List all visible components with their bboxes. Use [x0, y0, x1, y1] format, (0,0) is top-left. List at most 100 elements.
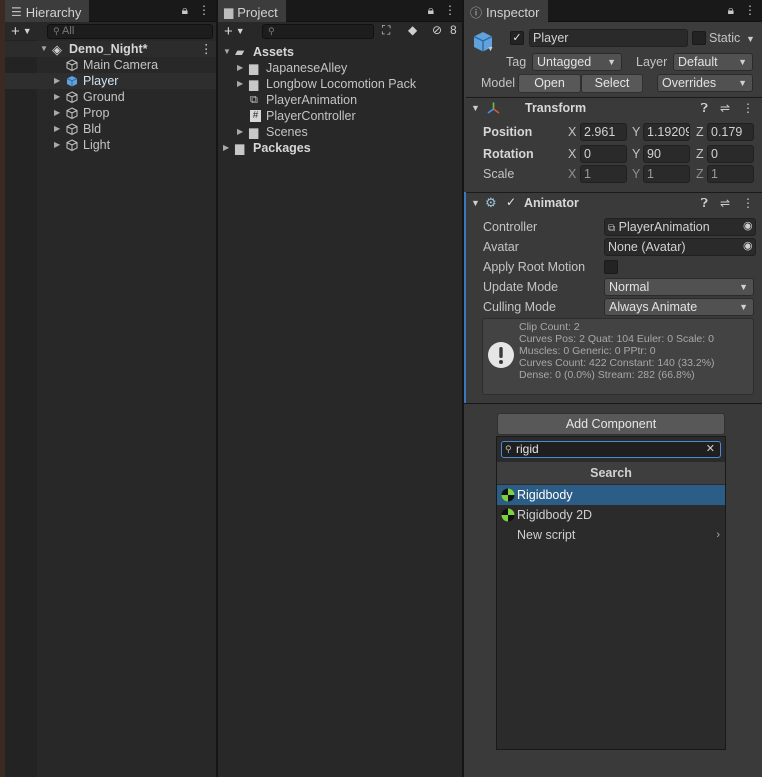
project-item[interactable]: # PlayerController [218, 108, 462, 124]
expand-arrow-icon[interactable]: ▶ [54, 73, 60, 89]
assets-root-row[interactable]: ▼ ▰ Assets [218, 44, 462, 60]
foldout-arrow-icon[interactable]: ▼ [471, 198, 480, 208]
result-item-rigidbody-2d[interactable]: Rigidbody 2D [497, 505, 725, 525]
create-button[interactable]: + ▼ [224, 22, 245, 41]
scale-x-field[interactable]: 1 [580, 165, 627, 183]
tab-hierarchy[interactable]: ☰ Hierarchy [5, 0, 90, 22]
expand-arrow-icon[interactable]: ▶ [54, 121, 60, 137]
expand-arrow-icon[interactable]: ▶ [237, 60, 243, 76]
help-icon[interactable]: ❓︎ [701, 193, 708, 214]
presets-icon[interactable]: ⇌ [720, 98, 730, 119]
chevron-down-icon: ▼ [738, 57, 747, 67]
controller-field[interactable]: ⧉ PlayerAnimation [604, 218, 756, 236]
object-picker-icon[interactable]: ◉ [743, 219, 753, 232]
scene-menu-icon[interactable]: ⋮ [200, 41, 213, 57]
presets-icon[interactable]: ⇌ [720, 193, 730, 214]
hierarchy-item-label: Bld [83, 122, 102, 136]
help-icon[interactable]: ❓︎ [701, 98, 708, 119]
position-x-field[interactable]: 2.961 [580, 123, 627, 141]
filter-by-type-icon[interactable]: ⛶ [382, 23, 390, 38]
inspector-tab-icons: 🔒︎ ⋮ [728, 3, 756, 18]
select-button[interactable]: Select [581, 74, 643, 93]
overrides-dropdown[interactable]: Overrides ▼ [657, 74, 753, 92]
expand-arrow-icon[interactable]: ▶ [237, 124, 243, 140]
project-item[interactable]: ▶ ▆ JapaneseAlley [218, 60, 462, 76]
update-mode-label: Update Mode [483, 280, 559, 294]
project-panel: ▆ Project 🔒︎ ⋮ + ▼ ⚲ ⛶ ◆ ⊘ 8 ▼ ▰ Assets ▶… [218, 0, 462, 777]
info-line: Clip Count: 2 [519, 321, 580, 333]
folder-icon: ▆ [249, 125, 259, 139]
rotation-x-field[interactable]: 0 [580, 145, 627, 163]
lock-icon[interactable]: 🔒︎ [182, 3, 188, 18]
gameobject-cube-icon [66, 123, 78, 135]
hierarchy-item[interactable]: ▶ Ground [5, 89, 216, 105]
hidden-packages-icon[interactable]: ⊘ [432, 23, 442, 37]
static-dropdown-icon[interactable]: ▼ [746, 34, 755, 44]
expand-arrow-icon[interactable]: ▶ [54, 89, 60, 105]
hierarchy-item[interactable]: Main Camera [5, 57, 216, 73]
result-item-rigidbody[interactable]: Rigidbody [497, 485, 725, 505]
hierarchy-item-player[interactable]: ▶ Player [5, 73, 216, 89]
update-mode-dropdown[interactable]: Normal ▼ [604, 278, 754, 296]
prefab-cube-icon [66, 76, 78, 87]
popup-search-input[interactable]: ⚲ rigid ✕ [501, 441, 721, 458]
expand-arrow-icon[interactable]: ▶ [54, 105, 60, 121]
layer-dropdown[interactable]: Default ▼ [673, 53, 753, 71]
packages-root-row[interactable]: ▶ ▆ Packages [218, 140, 462, 156]
hierarchy-item[interactable]: ▶ Bld [5, 121, 216, 137]
expand-arrow-icon[interactable]: ▼ [223, 44, 231, 60]
position-y-field[interactable]: 1.19209 [643, 123, 690, 141]
info-icon: ⓘ [470, 5, 483, 20]
hierarchy-item[interactable]: ▶ Prop [5, 105, 216, 121]
tab-project[interactable]: ▆ Project [218, 0, 286, 22]
add-component-button[interactable]: Add Component [497, 413, 725, 435]
result-item-new-script[interactable]: New script › [497, 525, 725, 545]
rotation-z-field[interactable]: 0 [707, 145, 754, 163]
tag-dropdown[interactable]: Untagged ▼ [532, 53, 622, 71]
object-name-field[interactable]: Player [529, 29, 688, 47]
scale-y-field[interactable]: 1 [643, 165, 690, 183]
active-checkbox[interactable]: ✓ [510, 31, 524, 45]
project-item[interactable]: ⧉ PlayerAnimation [218, 92, 462, 108]
kebab-menu-icon[interactable]: ⋮ [444, 3, 456, 18]
project-search-input[interactable]: ⚲ [262, 24, 374, 39]
culling-mode-dropdown[interactable]: Always Animate ▼ [604, 298, 754, 316]
scale-z-field[interactable]: 1 [707, 165, 754, 183]
expand-arrow-icon[interactable]: ▶ [54, 137, 60, 153]
static-checkbox[interactable] [692, 31, 706, 45]
clear-search-icon[interactable]: ✕ [706, 442, 715, 457]
animator-enabled-checkmark-icon[interactable]: ✓ [506, 195, 516, 209]
expand-arrow-icon[interactable]: ▼ [40, 41, 48, 57]
hierarchy-search-input[interactable]: ⚲ All [47, 24, 213, 39]
animator-header[interactable]: ▼ ⚙︎ ✓ Animator ❓︎ ⇌ ⋮ [466, 192, 762, 213]
scene-row[interactable]: ▼ ◈ Demo_Night* ⋮ [5, 41, 216, 57]
kebab-menu-icon[interactable]: ⋮ [744, 3, 756, 18]
axis-z-label: Z [696, 167, 704, 181]
project-item[interactable]: ▶ ▆ Scenes [218, 124, 462, 140]
result-label: New script [517, 528, 576, 542]
create-button[interactable]: + ▼ [11, 22, 32, 41]
avatar-field[interactable]: None (Avatar) [604, 238, 756, 256]
filter-by-label-icon[interactable]: ◆ [408, 23, 417, 37]
hierarchy-item-label: Ground [83, 90, 125, 104]
kebab-menu-icon[interactable]: ⋮ [742, 98, 754, 119]
rotation-y-field[interactable]: 90 [643, 145, 690, 163]
foldout-arrow-icon[interactable]: ▼ [471, 103, 480, 113]
apply-root-motion-checkbox[interactable] [604, 260, 618, 274]
kebab-menu-icon[interactable]: ⋮ [198, 3, 210, 18]
object-picker-icon[interactable]: ◉ [743, 239, 753, 252]
position-z-field[interactable]: 0.179 [707, 123, 754, 141]
hierarchy-item[interactable]: ▶ Light [5, 137, 216, 153]
project-item[interactable]: ▶ ▆ Longbow Locomotion Pack [218, 76, 462, 92]
dropdown-arrow-icon[interactable]: ▼ [487, 46, 494, 53]
expand-arrow-icon[interactable]: ▶ [237, 76, 243, 92]
expand-arrow-icon[interactable]: ▶ [223, 140, 229, 156]
lock-icon[interactable]: 🔒︎ [428, 3, 434, 18]
animator-controller-icon: ⧉ [608, 223, 616, 234]
hidden-packages-count: 8 [450, 23, 457, 37]
lock-icon[interactable]: 🔒︎ [728, 3, 734, 18]
transform-header[interactable]: ▼ Transform ❓︎ ⇌ ⋮ [466, 97, 762, 118]
kebab-menu-icon[interactable]: ⋮ [742, 193, 754, 214]
tab-inspector[interactable]: ⓘ Inspector [464, 0, 548, 22]
open-button[interactable]: Open [518, 74, 581, 93]
